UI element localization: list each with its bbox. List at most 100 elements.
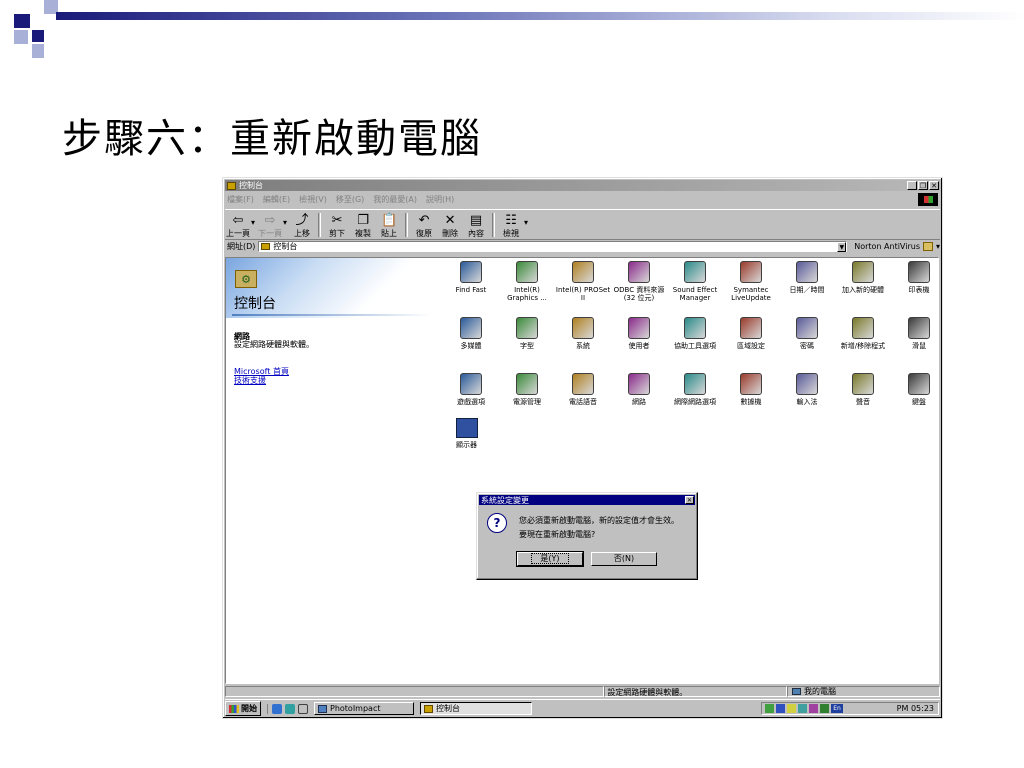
cp-item-label: Symantec LiveUpdate (731, 286, 771, 302)
paste-button[interactable]: 📋 貼上 (376, 212, 402, 239)
cp-item[interactable]: 網路 (611, 373, 667, 406)
app-tray-icon[interactable] (809, 704, 818, 713)
cut-button[interactable]: ✂ 剪下 (324, 212, 350, 239)
menu-view[interactable]: 檢視(V) (299, 194, 327, 205)
cp-item[interactable]: 新增/移除程式 (835, 317, 891, 350)
menu-edit[interactable]: 編輯(E) (263, 194, 290, 205)
forward-button[interactable]: ⇨ 下一頁 (257, 212, 283, 239)
cp-item[interactable]: 印表機 (891, 261, 947, 294)
norton-antivirus-link[interactable]: Norton AntiVirus ▾ (854, 242, 940, 251)
cp-item[interactable]: 網際網路選項 (667, 373, 723, 406)
dialog-titlebar[interactable]: 系統設定變更 ✕ (479, 495, 695, 505)
cp-item[interactable]: 鍵盤 (891, 373, 947, 406)
properties-button[interactable]: ▤ 內容 (463, 212, 489, 239)
telephone-icon (572, 373, 594, 395)
tech-support-link[interactable]: 技術支援 (234, 375, 266, 386)
keyboard-icon (908, 373, 930, 395)
window-controls: _ ❐ ✕ (907, 181, 939, 190)
cp-item[interactable]: 滑鼠 (891, 317, 947, 350)
cp-item[interactable]: 協助工具選項 (667, 317, 723, 350)
cp-item[interactable]: Intel(R) PROSet II (555, 261, 611, 302)
toolbar: ⇦ 上一頁 ▾ ⇨ 下一頁 ▾ ⤴ 上移 ✂ 剪下 ❐ 複製 📋 貼上 ↶ 復原 ✕ 刪除 ▤ 內… (225, 209, 940, 240)
system-tray: En PM 05:23 (761, 702, 939, 715)
web-view-divider (232, 314, 432, 316)
delete-button[interactable]: ✕ 刪除 (437, 212, 463, 239)
no-button[interactable]: 否(N) (591, 552, 657, 566)
menu-go[interactable]: 移至(G) (336, 194, 364, 205)
address-field[interactable]: 控制台 (258, 241, 848, 252)
delete-x-icon: ✕ (444, 213, 456, 228)
address-dropdown-button[interactable]: ▼ (837, 241, 847, 252)
cp-item-label: 日期／時間 (789, 286, 825, 294)
outlook-express-icon[interactable] (285, 703, 295, 714)
input-method-icon (796, 373, 818, 395)
partial-item-display[interactable]: 顯示器 (456, 418, 478, 450)
window-titlebar[interactable]: 控制台 _ ❐ ✕ (225, 180, 940, 191)
cp-item-label: 使用者 (628, 342, 650, 350)
copy-button[interactable]: ❐ 複製 (350, 212, 376, 239)
up-button[interactable]: ⤴ 上移 (289, 212, 315, 239)
cp-item[interactable]: 電源管理 (499, 373, 555, 406)
binoculars-icon (460, 261, 482, 283)
cp-item[interactable]: 區域設定 (723, 317, 779, 350)
restore-button[interactable]: ❐ (918, 181, 928, 190)
add-hardware-icon (852, 261, 874, 283)
taskbar-button-photoimpact[interactable]: PhotoImpact (314, 702, 414, 715)
windows-flag-icon (229, 704, 239, 713)
cp-item[interactable]: 系統 (555, 317, 611, 350)
cp-item[interactable]: 輸入法 (779, 373, 835, 406)
cp-item[interactable]: 字型 (499, 317, 555, 350)
volume-tray-icon[interactable] (776, 704, 785, 713)
folder-icon (261, 243, 271, 250)
taskbar-button-control-panel[interactable]: 控制台 (420, 702, 532, 715)
cp-item[interactable]: 日期／時間 (779, 261, 835, 294)
close-button[interactable]: ✕ (929, 181, 939, 190)
status-bar: 設定網路硬體與軟體。 我的電腦 (225, 686, 940, 697)
slide-decoration-square (32, 44, 44, 58)
view-button[interactable]: ☷ 檢視 (498, 212, 524, 239)
start-button[interactable]: 開始 (225, 701, 261, 716)
cp-item[interactable]: 多媒體 (443, 317, 499, 350)
menu-help[interactable]: 說明(H) (426, 194, 454, 205)
cp-item-label: 電源管理 (513, 398, 541, 406)
cp-item[interactable]: 密碼 (779, 317, 835, 350)
dialog-close-button[interactable]: ✕ (685, 496, 694, 504)
forward-dropdown[interactable]: ▾ (283, 218, 287, 227)
minimize-button[interactable]: _ (907, 181, 917, 190)
app-tray-icon[interactable] (820, 704, 829, 713)
undo-button[interactable]: ↶ 復原 (411, 212, 437, 239)
joystick-icon (460, 373, 482, 395)
globe-icon (740, 317, 762, 339)
up-folder-icon: ⤴ (295, 213, 309, 228)
cp-item[interactable]: 遊戲選項 (443, 373, 499, 406)
network-tray-icon[interactable] (765, 704, 774, 713)
cp-item[interactable]: 加入新的硬體 (835, 261, 891, 294)
display-tray-icon[interactable] (798, 704, 807, 713)
quick-launch (267, 703, 308, 714)
antivirus-tray-icon[interactable] (787, 704, 796, 713)
internet-globe-icon (684, 373, 706, 395)
show-desktop-icon[interactable] (298, 703, 308, 714)
cp-item[interactable]: 使用者 (611, 317, 667, 350)
internet-explorer-icon[interactable] (272, 703, 282, 714)
menu-favorites[interactable]: 我的最愛(A) (373, 194, 417, 205)
cp-item[interactable]: ODBC 資料來源 (32 位元) (611, 261, 667, 302)
back-button[interactable]: ⇦ 上一頁 (225, 212, 251, 239)
yes-button[interactable]: 是(Y) (516, 551, 584, 567)
cp-item-label: 密碼 (800, 342, 814, 350)
slide-title: 步驟六：重新啟動電腦 (62, 116, 482, 162)
view-dropdown[interactable]: ▾ (524, 218, 528, 227)
cp-item[interactable]: 數據機 (723, 373, 779, 406)
menu-file[interactable]: 檔案(F) (227, 194, 254, 205)
cp-item[interactable]: Symantec LiveUpdate (723, 261, 779, 302)
cp-item[interactable]: Sound Effect Manager (667, 261, 723, 302)
cp-item-label: ODBC 資料來源 (32 位元) (613, 286, 665, 302)
cp-item[interactable]: Find Fast (443, 261, 499, 294)
status-zone: 我的電腦 (787, 686, 940, 697)
cp-item-label: Intel(R) Graphics ... (507, 286, 547, 302)
language-indicator-icon[interactable]: En (831, 704, 843, 713)
cp-item[interactable]: 聲音 (835, 373, 891, 406)
cp-item[interactable]: Intel(R) Graphics ... (499, 261, 555, 302)
back-dropdown[interactable]: ▾ (251, 218, 255, 227)
cp-item[interactable]: 電話語音 (555, 373, 611, 406)
